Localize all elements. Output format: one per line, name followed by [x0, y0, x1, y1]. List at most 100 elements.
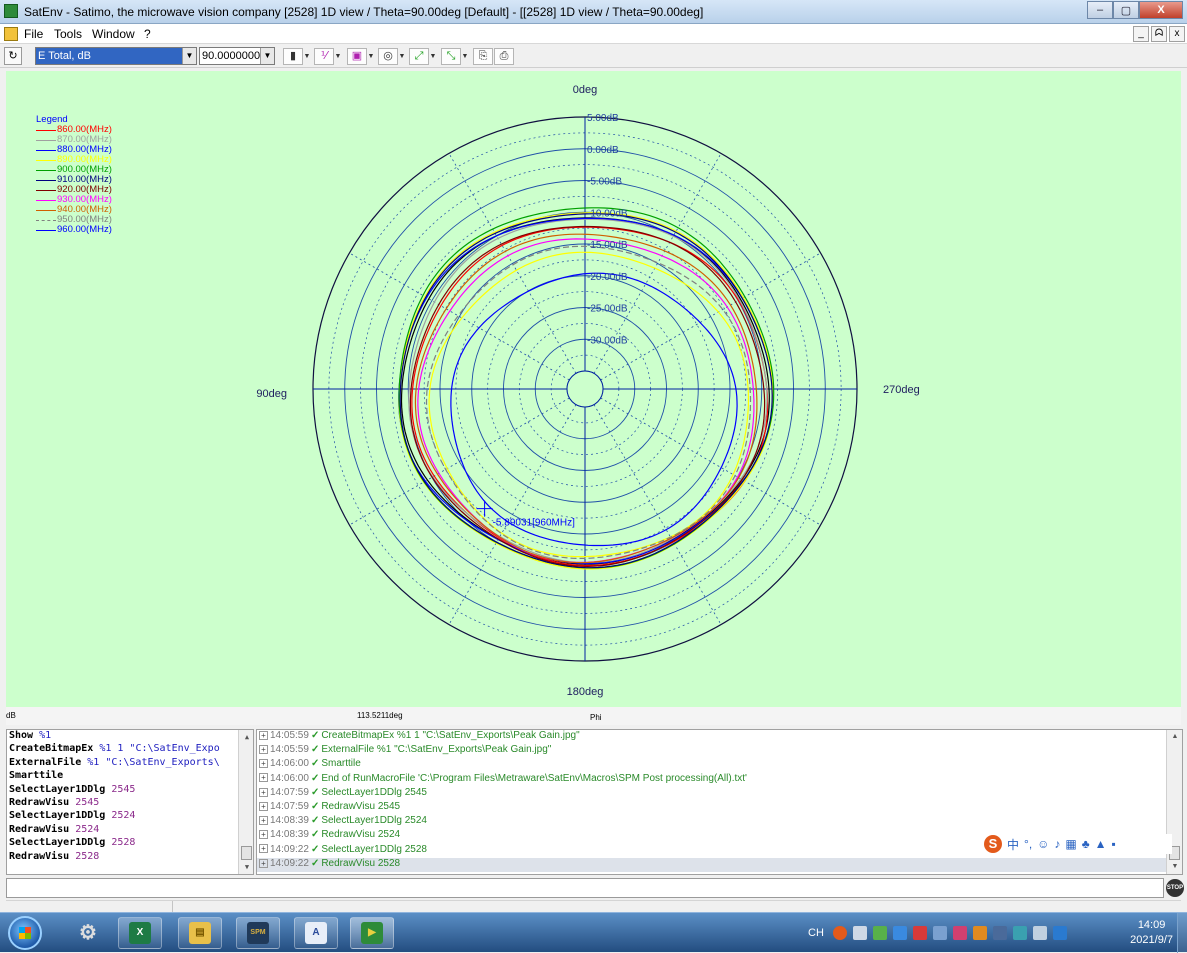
expand-icon[interactable]: + — [259, 745, 268, 755]
polar-chart[interactable]: 5.00dB 0.00dB -5.00dB -10.00dB -15.00dB -20.0… — [6, 71, 1181, 707]
expand-icon[interactable]: + — [259, 773, 268, 783]
ime-tray-icon[interactable] — [832, 926, 847, 940]
theta-select[interactable]: 90.0000000 ▼ — [199, 47, 275, 65]
plot-type-dropdown-icon[interactable]: ▼ — [367, 48, 375, 65]
taskbar-explorer[interactable]: ▤ — [178, 917, 222, 949]
scale-dropdown-icon[interactable]: ▼ — [334, 48, 342, 65]
expand-icon[interactable]: + — [259, 815, 268, 825]
expand-icon[interactable]: + — [259, 787, 268, 797]
title-bar[interactable]: SatEnv - Satimo, the microwave vision co… — [0, 0, 1187, 24]
mdi-restore-button[interactable]: ᗣ — [1151, 26, 1167, 42]
ime-emoji-icon[interactable]: ☺ — [1037, 837, 1049, 851]
macro-line[interactable]: SelectLayer1DDlg 2545 — [7, 784, 253, 797]
tray-icon[interactable] — [852, 926, 867, 940]
peak-dropdown-icon[interactable]: ▼ — [429, 48, 437, 65]
history-line[interactable]: +14:09:22 ✓ RedrawVisu 2528 — [257, 857, 1182, 872]
history-line[interactable]: +14:08:39 ✓ SelectLayer1DDlg 2524 — [257, 815, 1182, 829]
macro-line[interactable]: Show %1 — [7, 730, 253, 743]
history-line[interactable]: +14:07:59 ✓ SelectLayer1DDlg 2545 — [257, 787, 1182, 801]
refresh-icon[interactable]: ↻ — [4, 47, 22, 65]
field-select[interactable]: E Total, dB ▼ — [35, 47, 197, 65]
tray-icon[interactable] — [972, 926, 987, 940]
app-icon[interactable] — [4, 4, 18, 18]
copy-icon[interactable]: ⎘ — [473, 48, 493, 65]
target-dropdown-icon[interactable]: ▼ — [398, 48, 406, 65]
tray-icon[interactable] — [872, 926, 887, 940]
tray-icon[interactable] — [912, 926, 927, 940]
history-line[interactable]: +14:06:00 ✓ End of RunMacroFile 'C:\Progra… — [257, 773, 1182, 787]
stop-button[interactable]: STOP — [1166, 879, 1184, 897]
volume-icon[interactable] — [1032, 926, 1047, 940]
trend-dropdown-icon[interactable]: ▼ — [461, 48, 469, 65]
expand-icon[interactable]: + — [259, 858, 268, 868]
history-line[interactable]: +14:06:00 ✓ Smarttile — [257, 758, 1182, 772]
mdi-close-button[interactable]: x — [1169, 26, 1185, 42]
tray-icon[interactable] — [992, 926, 1007, 940]
maximize-button[interactable]: ▢ — [1113, 1, 1139, 19]
tray-icon[interactable] — [892, 926, 907, 940]
expand-icon[interactable]: + — [259, 830, 268, 840]
ime-toolbox-icon[interactable]: ▪ — [1112, 837, 1116, 851]
macro-line[interactable]: RedrawVisu 2545 — [7, 797, 253, 810]
chevron-down-icon[interactable]: ▼ — [260, 48, 274, 64]
macro-list-scrollbar[interactable]: ▲ ▼ — [238, 730, 253, 874]
plot-type-icon[interactable]: ▣ — [347, 48, 367, 65]
macro-line[interactable]: RedrawVisu 2528 — [7, 851, 253, 864]
menu-window[interactable]: Window — [92, 27, 135, 41]
close-button[interactable]: X — [1139, 1, 1183, 19]
chevron-down-icon[interactable]: ▼ — [182, 48, 196, 64]
macro-line[interactable]: RedrawVisu 2524 — [7, 824, 253, 837]
layer-dropdown-icon[interactable]: ▼ — [303, 48, 311, 65]
tray-icon[interactable] — [1052, 926, 1067, 940]
polar-plot-svg[interactable]: 5.00dB 0.00dB -5.00dB -10.00dB -15.00dB -20.0… — [6, 71, 1181, 707]
minimize-button[interactable]: – — [1087, 1, 1113, 19]
scale-icon[interactable]: ⅟ — [314, 48, 334, 65]
scroll-down-icon[interactable]: ▼ — [1167, 860, 1182, 874]
macro-line[interactable]: SelectLayer1DDlg 2528 — [7, 837, 253, 850]
menu-help[interactable]: ? — [144, 27, 151, 41]
ime-skin-icon[interactable]: ▲ — [1095, 837, 1107, 851]
print-icon[interactable]: ⎙ — [494, 48, 514, 65]
layer-icon[interactable]: ▮ — [283, 48, 303, 65]
taskbar-settings[interactable]: ⚙ — [66, 917, 110, 949]
ime-user-icon[interactable]: ♣ — [1082, 837, 1090, 851]
menu-file[interactable]: File — [24, 27, 43, 41]
macro-line[interactable]: CreateBitmapEx %1 1 "C:\SatEnv_Expo — [7, 743, 253, 756]
scroll-up-icon[interactable]: ▲ — [239, 730, 253, 744]
tray-icon[interactable] — [932, 926, 947, 940]
ime-punctuation-icon[interactable]: °, — [1024, 837, 1032, 851]
ime-voice-icon[interactable]: ♪ — [1054, 837, 1060, 851]
sogou-logo[interactable]: S — [984, 835, 1002, 853]
scroll-down-icon[interactable]: ▼ — [239, 860, 253, 874]
taskbar-spm[interactable]: SPM — [236, 917, 280, 949]
scroll-up-icon[interactable]: ▲ — [1167, 730, 1182, 744]
expand-icon[interactable]: + — [259, 730, 268, 740]
macro-line[interactable]: ExternalFile %1 "C:\SatEnv_Exports\ — [7, 757, 253, 770]
taskbar-editor[interactable]: A — [294, 917, 338, 949]
clock[interactable]: 14:09 2021/9/7 — [1130, 918, 1173, 948]
expand-icon[interactable]: + — [259, 759, 268, 769]
ime-keyboard-icon[interactable]: ▦ — [1065, 837, 1076, 851]
document-icon[interactable] — [4, 27, 18, 41]
tray-icon[interactable] — [952, 926, 967, 940]
expand-icon[interactable]: + — [259, 801, 268, 811]
macro-line[interactable]: SelectLayer1DDlg 2524 — [7, 810, 253, 823]
trend-icon[interactable]: ⤡ — [441, 48, 461, 65]
show-desktop-button[interactable] — [1177, 913, 1187, 953]
tray-icon[interactable] — [1012, 926, 1027, 940]
history-line[interactable]: +14:05:59 ✓ ExternalFile %1 "C:\SatEnv_Exp… — [257, 744, 1182, 758]
scroll-thumb[interactable] — [241, 846, 252, 860]
history-line[interactable]: +14:05:59 ✓ CreateBitmapEx %1 1 "C:\SatEnv… — [257, 730, 1182, 744]
command-input[interactable] — [6, 878, 1164, 898]
language-indicator[interactable]: CH — [808, 927, 824, 939]
menu-tools[interactable]: Tools — [54, 27, 82, 41]
taskbar-excel[interactable]: X — [118, 917, 162, 949]
target-icon[interactable]: ◎ — [378, 48, 398, 65]
expand-icon[interactable]: + — [259, 844, 268, 854]
start-button[interactable] — [8, 916, 42, 950]
history-line[interactable]: +14:07:59 ✓ RedrawVisu 2545 — [257, 801, 1182, 815]
ime-chinese-mode-icon[interactable]: 中 — [1007, 836, 1019, 853]
mdi-minimize-button[interactable]: _ — [1133, 26, 1149, 42]
macro-line[interactable]: Smarttile — [7, 770, 253, 783]
peak-icon[interactable]: ⤢ — [409, 48, 429, 65]
